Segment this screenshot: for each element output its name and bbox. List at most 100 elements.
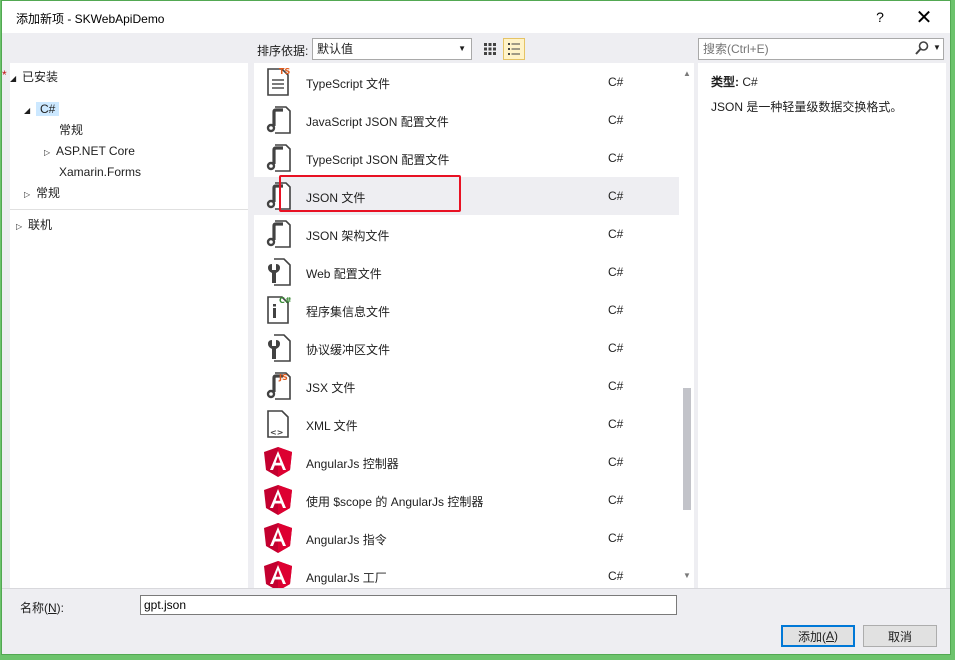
template-name: JavaScript JSON 配置文件 (306, 115, 449, 129)
template-row[interactable]: 使用 $scope 的 AngularJs 控制器 C# (254, 481, 679, 519)
template-language: C# (608, 341, 624, 355)
sort-dropdown[interactable]: 默认值 ▼ (312, 38, 472, 60)
template-name: AngularJs 控制器 (306, 457, 399, 471)
angular-icon (262, 522, 294, 554)
template-row[interactable]: AngularJs 指令 C# (254, 519, 679, 557)
search-input[interactable] (699, 39, 909, 59)
template-row[interactable]: JavaScript JSON 配置文件 C# (254, 101, 679, 139)
template-row[interactable]: JSON 文件 C# (254, 177, 679, 215)
expand-arrow-icon[interactable]: ▷ (16, 217, 28, 237)
svg-text:JS: JS (278, 373, 288, 382)
template-row[interactable]: AngularJs 工厂 C# (254, 557, 679, 588)
json-config-icon (262, 104, 294, 136)
tree-label: 常规 (36, 186, 61, 200)
template-language: C# (608, 151, 624, 165)
tree-label: 联机 (28, 218, 53, 232)
template-row[interactable]: 协议缓冲区文件 C# (254, 329, 679, 367)
details-pane: 类型: C# JSON 是一种轻量级数据交换格式。 (698, 63, 946, 588)
angular-icon (262, 484, 294, 516)
add-button[interactable]: 添加(A) (781, 625, 855, 647)
template-language: C# (608, 227, 624, 241)
json-config-icon (262, 142, 294, 174)
tree-item-csharp[interactable]: ◢ C# (24, 99, 60, 121)
list-view-icon (508, 43, 520, 55)
svg-text:TS: TS (279, 67, 290, 76)
tree-separator (10, 209, 248, 210)
template-name: TypeScript JSON 配置文件 (306, 153, 450, 167)
cancel-button[interactable]: 取消 (863, 625, 937, 647)
template-language: C# (608, 531, 624, 545)
jsx-file-icon: JS (262, 370, 294, 402)
template-language: C# (608, 303, 624, 317)
chevron-down-icon[interactable]: ▼ (933, 43, 941, 52)
tree-label: C# (36, 102, 60, 116)
template-row[interactable]: C# 程序集信息文件 C# (254, 291, 679, 329)
required-asterisk: * (2, 68, 7, 82)
template-language: C# (608, 189, 624, 203)
tree-label: 已安装 (22, 70, 59, 84)
template-name: JSON 架构文件 (306, 229, 390, 243)
template-language: C# (608, 379, 624, 393)
template-row[interactable]: TS TypeScript 文件 C# (254, 63, 679, 101)
template-row[interactable]: AngularJs 控制器 C# (254, 443, 679, 481)
type-line: 类型: C# (711, 73, 758, 90)
angular-icon (262, 446, 294, 478)
footer: 名称(N): 添加(A) 取消 (2, 588, 950, 654)
template-language: C# (608, 265, 624, 279)
template-row[interactable]: JS JSX 文件 C# (254, 367, 679, 405)
xml-file-icon: <> (262, 408, 294, 440)
tree-label: 常规 (59, 123, 84, 137)
template-row[interactable]: <> XML 文件 C# (254, 405, 679, 443)
template-name: JSON 文件 (306, 191, 366, 205)
scroll-down-icon[interactable]: ▼ (683, 571, 691, 580)
tree-item-aspnet-core[interactable]: ▷ ASP.NET Core (44, 141, 135, 161)
template-row[interactable]: Web 配置文件 C# (254, 253, 679, 291)
template-list: TS TypeScript 文件 C# JavaScript JSON 配置文件 C# T… (254, 63, 694, 588)
expand-arrow-icon[interactable]: ◢ (24, 101, 36, 121)
tree-installed-header[interactable]: * ◢ 已安装 (2, 67, 59, 89)
template-row[interactable]: TypeScript JSON 配置文件 C# (254, 139, 679, 177)
template-name: XML 文件 (306, 419, 358, 433)
assembly-info-icon: C# (262, 294, 294, 326)
protobuf-file-icon (262, 332, 294, 364)
template-name: 使用 $scope 的 AngularJs 控制器 (306, 495, 484, 509)
category-tree: * ◢ 已安装 ◢ C# 常规 ▷ ASP.NET Core Xamarin.Form… (2, 63, 248, 588)
web-config-icon (262, 256, 294, 288)
tree-item-xamarin-forms[interactable]: Xamarin.Forms (59, 162, 141, 182)
search-icon[interactable] (915, 40, 931, 58)
json-schema-icon (262, 218, 294, 250)
template-name: 协议缓冲区文件 (306, 343, 391, 357)
type-label: 类型: (711, 75, 739, 89)
vertical-scrollbar[interactable]: ▲ ▼ (680, 63, 694, 588)
svg-text:C#: C# (279, 296, 292, 305)
name-label: 名称(N): (20, 601, 65, 615)
search-box[interactable]: ▼ (698, 38, 944, 60)
json-file-icon (262, 180, 294, 212)
grid-view-icon (484, 43, 496, 55)
help-button[interactable]: ? (858, 1, 902, 33)
tree-label: ASP.NET Core (56, 144, 135, 158)
template-language: C# (608, 75, 624, 89)
template-name: TypeScript 文件 (306, 77, 391, 91)
template-description: JSON 是一种轻量级数据交换格式。 (711, 100, 903, 114)
template-name: Web 配置文件 (306, 267, 382, 281)
template-name: AngularJs 指令 (306, 533, 387, 547)
grid-view-button[interactable] (479, 38, 501, 60)
expand-arrow-icon[interactable]: ◢ (10, 69, 22, 89)
template-language: C# (608, 569, 624, 583)
tree-item-online[interactable]: ▷ 联机 (16, 215, 52, 235)
name-input[interactable] (140, 595, 677, 615)
tree-item-general[interactable]: 常规 (59, 120, 83, 140)
tree-item-general-2[interactable]: ▷ 常规 (24, 183, 60, 203)
scroll-up-icon[interactable]: ▲ (683, 69, 691, 78)
list-view-button[interactable] (503, 38, 525, 60)
close-button[interactable]: ✕ (902, 1, 946, 33)
scrollbar-thumb[interactable] (683, 388, 691, 510)
chevron-down-icon: ▼ (458, 44, 466, 53)
sort-label: 排序依据: (257, 44, 309, 58)
template-name: AngularJs 工厂 (306, 571, 387, 585)
expand-arrow-icon[interactable]: ▷ (44, 143, 56, 163)
template-name: JSX 文件 (306, 381, 356, 395)
expand-arrow-icon[interactable]: ▷ (24, 185, 36, 205)
template-row[interactable]: JSON 架构文件 C# (254, 215, 679, 253)
